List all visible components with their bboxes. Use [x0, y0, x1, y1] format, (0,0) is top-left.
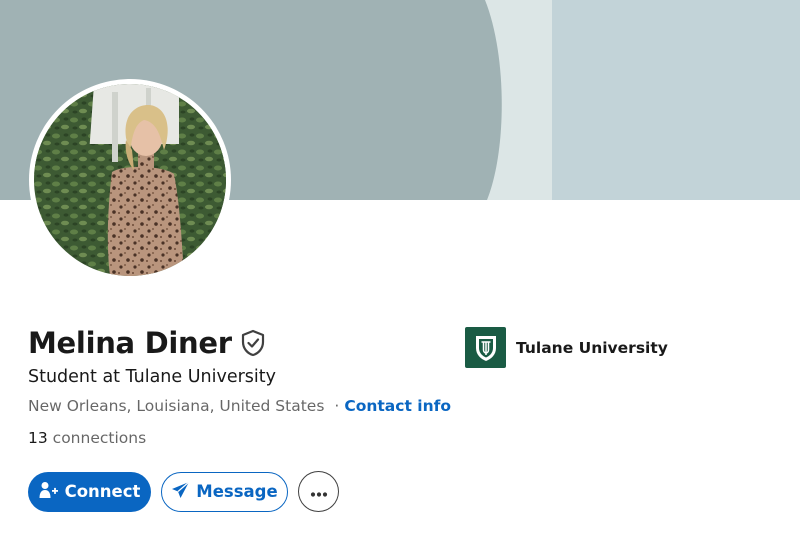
connections-row: 13 connections	[28, 429, 146, 447]
profile-headline: Student at Tulane University	[28, 367, 277, 387]
location-row: New Orleans, Louisiana, United States · …	[28, 397, 451, 415]
connections-count: 13	[28, 429, 48, 447]
message-label: Message	[196, 482, 278, 501]
profile-name: Melina Diner	[28, 326, 232, 360]
connect-button[interactable]: Connect	[28, 471, 151, 512]
profile-actions: Connect Message	[28, 471, 339, 512]
contact-info-link[interactable]: Contact info	[344, 397, 451, 415]
tulane-shield-logo	[475, 335, 496, 361]
profile-photo[interactable]	[29, 79, 231, 281]
profile-card: Melina Diner Student at Tulane Universit…	[0, 0, 800, 541]
message-button[interactable]: Message	[161, 471, 288, 512]
add-person-icon	[39, 481, 59, 503]
education-org-link[interactable]: Tulane University	[465, 327, 668, 368]
ellipsis-icon	[310, 482, 328, 501]
tulane-logo	[465, 327, 506, 368]
shield-check-icon[interactable]	[240, 329, 266, 357]
paper-plane-icon	[171, 481, 190, 503]
connect-label: Connect	[64, 482, 141, 501]
connections-label: connections	[52, 429, 147, 447]
separator-dot: ·	[334, 397, 340, 415]
profile-location: New Orleans, Louisiana, United States	[28, 397, 325, 415]
more-actions-button[interactable]	[298, 471, 339, 512]
avatar-image	[34, 84, 226, 276]
name-row: Melina Diner	[28, 322, 266, 364]
org-name: Tulane University	[516, 338, 668, 357]
